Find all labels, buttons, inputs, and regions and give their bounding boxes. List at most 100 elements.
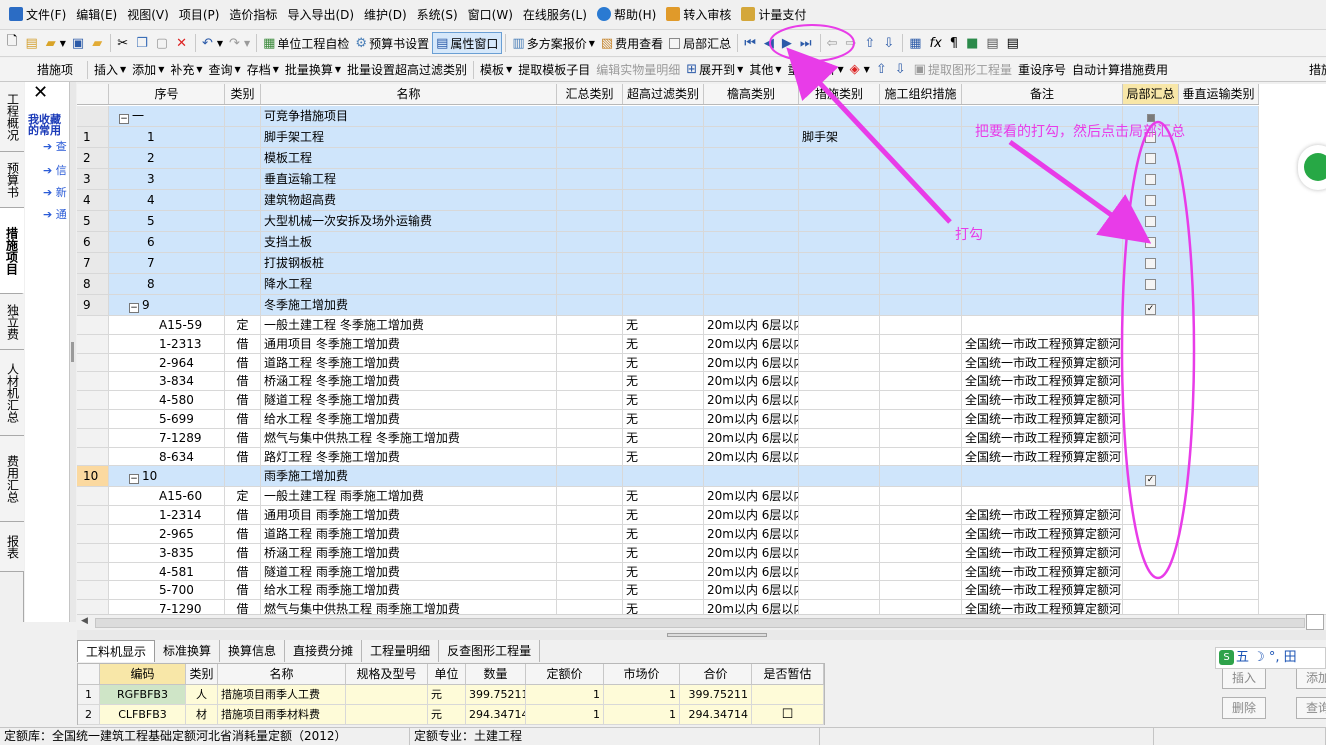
seq-cell[interactable]: 7 bbox=[109, 253, 225, 273]
grid-row[interactable]: 3-835 借桥涵工程 雨季施工增加费 无 20m以内 6层以内 全国统一市政工程预算定… bbox=[77, 543, 1259, 563]
paste-icon[interactable]: ▢ bbox=[153, 32, 173, 54]
partial-summary-cell[interactable] bbox=[1123, 274, 1179, 294]
vertical-transport-cell[interactable] bbox=[1179, 253, 1259, 273]
seq-cell[interactable]: 1-2314 bbox=[109, 506, 225, 524]
property-window-button[interactable]: ▤ 属性窗口 bbox=[432, 32, 503, 54]
note-cell[interactable] bbox=[962, 232, 1123, 252]
filter-cell[interactable]: 无 bbox=[623, 391, 704, 409]
menu-window[interactable]: 窗口(W) bbox=[463, 0, 518, 29]
name-cell[interactable]: 给水工程 雨季施工增加费 bbox=[261, 581, 557, 600]
arrow-left-icon[interactable]: ⇦ bbox=[824, 32, 843, 54]
favorite-item[interactable]: ➔ 通 bbox=[43, 206, 67, 222]
grid-row[interactable]: 4 4 建筑物超高费 bbox=[77, 190, 1259, 211]
name-cell[interactable]: 隧道工程 雨季施工增加费 bbox=[261, 562, 557, 581]
header-note[interactable]: 备注 bbox=[962, 84, 1123, 104]
seq-cell[interactable]: 7-1290 bbox=[109, 600, 225, 614]
insert-menu[interactable]: 插入 ▼ bbox=[91, 59, 129, 81]
header-type[interactable]: 类别 bbox=[186, 664, 218, 684]
floating-network-widget[interactable] bbox=[1298, 145, 1326, 190]
type-cell[interactable]: 借 bbox=[225, 334, 261, 353]
construction-org-cell[interactable] bbox=[880, 169, 962, 189]
summary-type-cell[interactable] bbox=[557, 506, 623, 524]
grid-row[interactable]: A15-59 定一般土建工程 冬季施工增加费 无 20m以内 6层以内 bbox=[77, 316, 1259, 335]
extract-graphic-qty-button[interactable]: ▣ 提取图形工程量 bbox=[911, 59, 1015, 81]
note-cell[interactable] bbox=[962, 211, 1123, 231]
type-cell[interactable] bbox=[225, 466, 261, 487]
measure-overflow[interactable]: 措施 bbox=[1306, 59, 1326, 81]
batch-convert-menu[interactable]: 批量换算 ▼ bbox=[282, 59, 344, 81]
menu-project[interactable]: 项目(P) bbox=[174, 0, 225, 29]
filter-cell[interactable] bbox=[623, 232, 704, 252]
vertical-transport-cell[interactable] bbox=[1179, 487, 1259, 506]
supplement-menu[interactable]: 补充 ▼ bbox=[167, 59, 205, 81]
seq-cell[interactable]: −10 bbox=[109, 466, 225, 487]
partial-summary-cell[interactable] bbox=[1123, 316, 1179, 334]
vertical-transport-cell[interactable] bbox=[1179, 372, 1259, 391]
type-cell[interactable]: 定 bbox=[225, 316, 261, 334]
header-code[interactable]: 编码 bbox=[100, 664, 186, 684]
construction-org-cell[interactable] bbox=[880, 274, 962, 294]
material-qty[interactable]: 399.75211 bbox=[466, 685, 526, 704]
summary-type-cell[interactable] bbox=[557, 106, 623, 126]
summary-type-cell[interactable] bbox=[557, 391, 623, 409]
batch-set-filter-button[interactable]: 批量设置超高过滤类别 bbox=[344, 59, 470, 81]
type-cell[interactable] bbox=[225, 274, 261, 294]
filter-cell[interactable] bbox=[623, 148, 704, 168]
grid-row[interactable]: 9−9 冬季施工增加费 ✓ bbox=[77, 295, 1259, 316]
material-type[interactable]: 人 bbox=[186, 685, 218, 704]
vertical-transport-cell[interactable] bbox=[1179, 391, 1259, 409]
arrow-right-icon[interactable]: ⇨ bbox=[843, 32, 862, 54]
favorite-item[interactable]: ➔ 信 bbox=[43, 162, 67, 178]
summary-type-cell[interactable] bbox=[557, 543, 623, 562]
name-cell[interactable]: 通用项目 雨季施工增加费 bbox=[261, 506, 557, 524]
cube-icon[interactable]: ■ bbox=[963, 32, 983, 54]
new-icon[interactable]: ▤ bbox=[22, 32, 42, 54]
partial-summary-cell[interactable] bbox=[1123, 334, 1179, 353]
header-qty[interactable]: 数量 bbox=[466, 664, 526, 684]
filter-cell[interactable]: 无 bbox=[623, 562, 704, 581]
extract-template-button[interactable]: 提取模板子目 bbox=[515, 59, 593, 81]
partial-summary-checkbox[interactable] bbox=[669, 37, 681, 49]
header-eave-height[interactable]: 檐高类别 bbox=[704, 84, 799, 104]
grid-row[interactable]: A15-60 定一般土建工程 雨季施工增加费 无 20m以内 6层以内 bbox=[77, 487, 1259, 507]
seq-cell[interactable]: 5-699 bbox=[109, 409, 225, 428]
filter-cell[interactable]: 无 bbox=[623, 409, 704, 428]
template-menu[interactable]: 模板 ▼ bbox=[477, 59, 515, 81]
note-cell[interactable]: 全国统一市政工程预算定额河 bbox=[962, 334, 1123, 353]
note-cell[interactable] bbox=[962, 487, 1123, 506]
grid-row[interactable]: 3 3 垂直运输工程 bbox=[77, 169, 1259, 190]
budget-settings-button[interactable]: ⚙ 预算书设置 bbox=[352, 32, 432, 54]
eave-cell[interactable]: 20m以内 6层以内 bbox=[704, 372, 799, 391]
other-menu[interactable]: 其他 ▼ bbox=[746, 59, 784, 81]
type-cell[interactable] bbox=[225, 169, 261, 189]
tab-fee-summary[interactable]: 费用汇总 bbox=[0, 436, 24, 522]
collapse-toggle-icon[interactable]: − bbox=[119, 114, 129, 124]
name-cell[interactable]: 隧道工程 冬季施工增加费 bbox=[261, 391, 557, 409]
menu-edit[interactable]: 编辑(E) bbox=[71, 0, 122, 29]
eave-cell[interactable]: 20m以内 6层以内 bbox=[704, 600, 799, 614]
tab-material-display[interactable]: 工料机显示 bbox=[77, 640, 156, 662]
paragraph-icon[interactable]: ¶ bbox=[947, 32, 963, 54]
name-cell[interactable]: 路灯工程 冬季施工增加费 bbox=[261, 447, 557, 466]
archive-menu[interactable]: 存档 ▼ bbox=[244, 59, 282, 81]
panel-splitter[interactable] bbox=[70, 82, 76, 622]
filter-cell[interactable]: 无 bbox=[623, 581, 704, 600]
type-cell[interactable] bbox=[225, 190, 261, 210]
material-code[interactable]: RGFBFB3 bbox=[100, 685, 186, 704]
measure-type-cell[interactable] bbox=[799, 524, 880, 543]
partial-summary-checkbox[interactable] bbox=[1145, 195, 1156, 206]
filter-cell[interactable] bbox=[623, 169, 704, 189]
scroll-left-icon[interactable]: ◀ bbox=[81, 616, 88, 626]
filter-cell[interactable]: 无 bbox=[623, 353, 704, 372]
partial-summary-cell[interactable] bbox=[1123, 372, 1179, 391]
name-cell[interactable]: 燃气与集中供热工程 冬季施工增加费 bbox=[261, 428, 557, 447]
note-cell[interactable] bbox=[962, 466, 1123, 487]
list-icon[interactable]: ▤ bbox=[1004, 32, 1024, 54]
measure-type-cell[interactable]: 脚手架 bbox=[799, 127, 880, 147]
grid-row[interactable]: 4-580 借隧道工程 冬季施工增加费 无 20m以内 6层以内 全国统一市政工程预算定… bbox=[77, 391, 1259, 410]
partial-summary-cell[interactable] bbox=[1123, 543, 1179, 562]
type-cell[interactable]: 借 bbox=[225, 391, 261, 409]
construction-org-cell[interactable] bbox=[880, 581, 962, 600]
note-cell[interactable]: 全国统一市政工程预算定额河 bbox=[962, 353, 1123, 372]
undo-icon[interactable]: ↶ ▼ bbox=[199, 32, 226, 54]
